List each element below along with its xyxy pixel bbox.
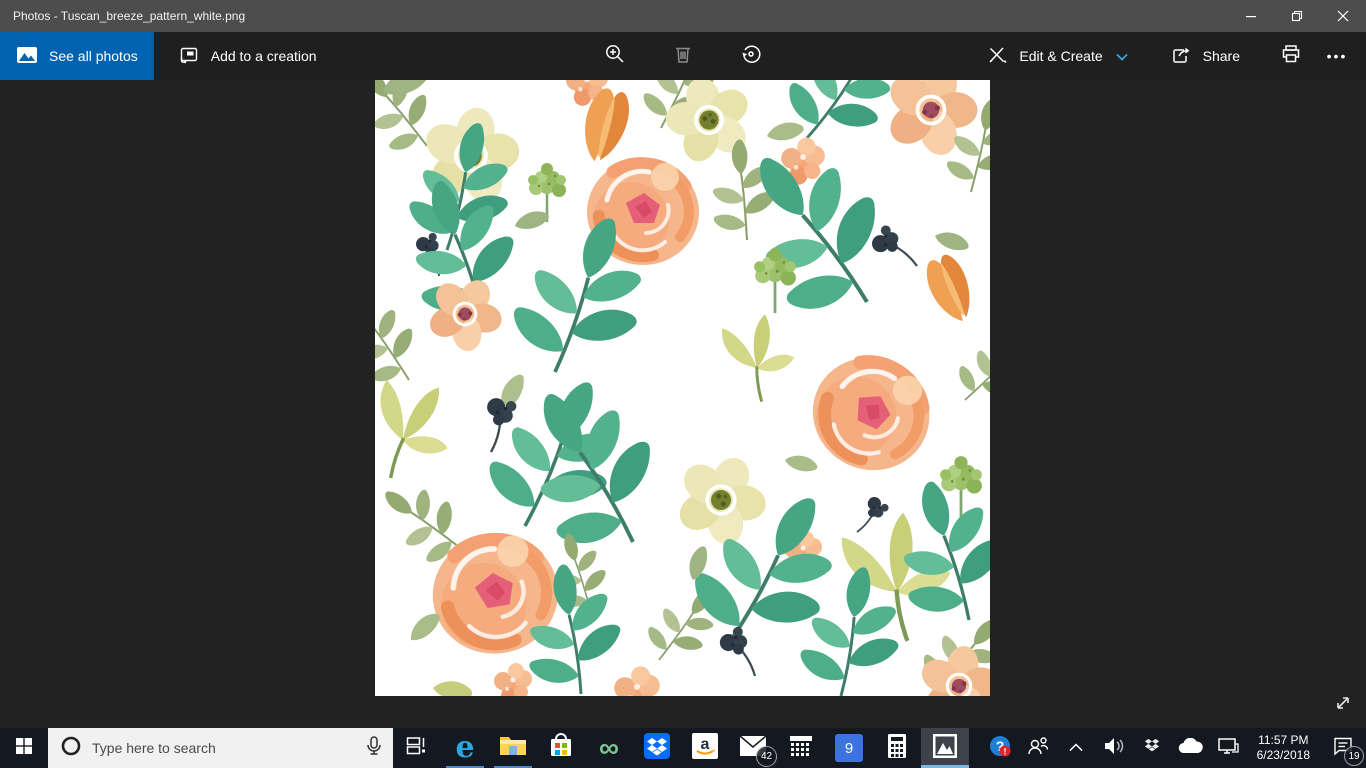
taskbar-app-microsoft-store[interactable] bbox=[537, 728, 585, 768]
taskbar-app-google-calendar[interactable]: 9 bbox=[825, 728, 873, 768]
taskbar-app-dropbox[interactable] bbox=[633, 728, 681, 768]
taskbar-app-mail[interactable]: 42 bbox=[729, 728, 777, 768]
restore-icon bbox=[1291, 10, 1303, 22]
people-tray-button[interactable] bbox=[1019, 728, 1057, 768]
title-bar: Photos - Tuscan_breeze_pattern_white.png bbox=[0, 0, 1366, 32]
task-view-button[interactable] bbox=[393, 728, 441, 768]
help-icon: ? ! bbox=[988, 734, 1012, 763]
rotate-icon bbox=[739, 42, 763, 71]
calendar-icon bbox=[788, 733, 814, 764]
photos-collection-icon bbox=[16, 44, 38, 69]
edit-create-icon bbox=[986, 44, 1008, 69]
photo-viewer-canvas bbox=[0, 80, 1366, 728]
add-to-creation-label: Add to a creation bbox=[210, 48, 317, 64]
dropbox-tray-button[interactable] bbox=[1133, 728, 1171, 768]
see-more-button[interactable]: ••• bbox=[1314, 32, 1360, 80]
chevron-up-icon bbox=[1069, 739, 1083, 757]
maximize-restore-button[interactable] bbox=[1274, 0, 1320, 32]
file-explorer-icon bbox=[499, 734, 527, 763]
taskbar-search[interactable] bbox=[48, 728, 393, 768]
calculator-icon bbox=[885, 733, 909, 764]
taskbar-app-file-explorer[interactable] bbox=[489, 728, 537, 768]
infinity-app-icon: ∞ bbox=[599, 732, 619, 763]
center-toolbar bbox=[592, 32, 774, 80]
taskbar-app-calculator[interactable] bbox=[873, 728, 921, 768]
amazon-icon: a bbox=[691, 732, 719, 765]
add-to-creation-button[interactable]: Add to a creation bbox=[162, 32, 333, 80]
delete-button[interactable] bbox=[660, 32, 706, 80]
minimize-icon bbox=[1245, 10, 1257, 22]
share-icon bbox=[1170, 44, 1192, 69]
cortana-icon bbox=[60, 735, 82, 762]
clock-time: 11:57 PM bbox=[1258, 733, 1309, 747]
window-controls bbox=[1228, 0, 1366, 32]
edit-create-button[interactable]: Edit & Create bbox=[970, 32, 1143, 80]
mail-badge: 42 bbox=[756, 746, 777, 767]
zoom-button[interactable] bbox=[592, 32, 638, 80]
microsoft-store-icon bbox=[548, 732, 574, 764]
windows-logo-icon bbox=[16, 737, 32, 759]
see-all-photos-button[interactable]: See all photos bbox=[0, 32, 154, 80]
expand-icon bbox=[1333, 693, 1353, 718]
print-icon bbox=[1280, 43, 1302, 70]
taskbar-app-calendar[interactable] bbox=[777, 728, 825, 768]
google-calendar-day: 9 bbox=[844, 739, 854, 757]
svg-text:!: ! bbox=[1003, 746, 1006, 756]
action-center-button[interactable]: 19 bbox=[1320, 728, 1366, 768]
right-toolbar: Edit & Create Share ••• bbox=[970, 32, 1360, 80]
taskbar: e ∞ bbox=[0, 728, 1366, 768]
close-button[interactable] bbox=[1320, 0, 1366, 32]
see-more-icon: ••• bbox=[1326, 48, 1348, 64]
task-view-icon bbox=[406, 736, 428, 761]
google-calendar-icon: 9 bbox=[835, 734, 863, 762]
close-icon bbox=[1337, 10, 1349, 22]
taskbar-clock[interactable]: 11:57 PM 6/23/2018 bbox=[1247, 728, 1320, 768]
rotate-button[interactable] bbox=[728, 32, 774, 80]
onedrive-icon bbox=[1177, 737, 1203, 759]
volume-tray-button[interactable] bbox=[1095, 728, 1133, 768]
delete-icon bbox=[672, 43, 694, 70]
taskbar-app-photos[interactable] bbox=[921, 728, 969, 768]
start-button[interactable] bbox=[0, 728, 48, 768]
taskbar-app-edge[interactable]: e bbox=[441, 728, 489, 768]
edit-create-label: Edit & Create bbox=[1019, 48, 1103, 64]
taskbar-app-amazon[interactable]: a bbox=[681, 728, 729, 768]
photo-image[interactable] bbox=[375, 80, 990, 696]
help-tray-button[interactable]: ? ! bbox=[981, 728, 1019, 768]
clock-date: 6/23/2018 bbox=[1256, 748, 1310, 762]
dropbox-tray-icon bbox=[1142, 736, 1162, 761]
notification-badge: 19 bbox=[1344, 746, 1364, 766]
onedrive-tray-button[interactable] bbox=[1171, 728, 1209, 768]
share-button[interactable]: Share bbox=[1154, 32, 1256, 80]
share-label: Share bbox=[1202, 48, 1240, 64]
volume-icon bbox=[1103, 737, 1125, 760]
command-bar: See all photos Add to a creation Edit & … bbox=[0, 32, 1366, 80]
minimize-button[interactable] bbox=[1228, 0, 1274, 32]
print-button[interactable] bbox=[1268, 32, 1314, 80]
fullscreen-button[interactable] bbox=[1328, 690, 1358, 720]
network-icon bbox=[1216, 736, 1240, 761]
show-hidden-icons-button[interactable] bbox=[1057, 728, 1095, 768]
search-input[interactable] bbox=[92, 740, 355, 756]
microphone-icon[interactable] bbox=[365, 735, 383, 762]
system-tray: ? ! 11:57 PM 6/23/2018 19 bbox=[981, 728, 1366, 768]
zoom-icon bbox=[604, 43, 626, 70]
svg-text:a: a bbox=[701, 736, 710, 753]
photos-app-icon bbox=[931, 732, 959, 765]
dropbox-icon bbox=[643, 732, 671, 765]
edge-icon: e bbox=[455, 730, 475, 765]
window-title: Photos - Tuscan_breeze_pattern_white.png bbox=[13, 9, 246, 23]
taskbar-app-infinity[interactable]: ∞ bbox=[585, 728, 633, 768]
chevron-down-icon bbox=[1116, 48, 1128, 64]
add-to-creation-icon bbox=[178, 44, 200, 69]
see-all-photos-label: See all photos bbox=[49, 48, 138, 64]
people-icon bbox=[1027, 736, 1049, 761]
network-tray-button[interactable] bbox=[1209, 728, 1247, 768]
